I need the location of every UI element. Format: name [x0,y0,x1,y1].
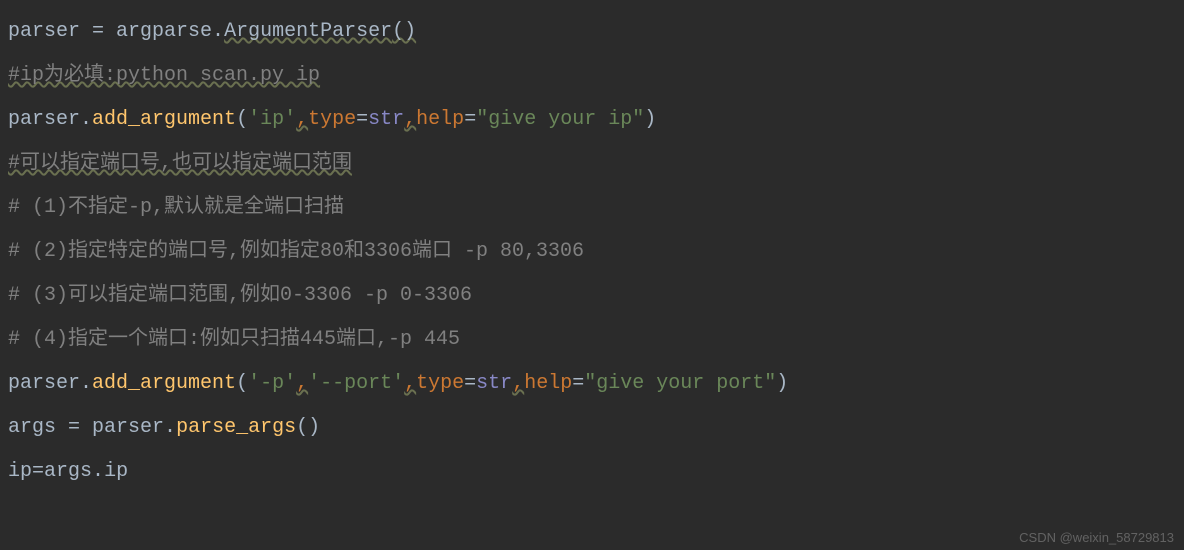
comma: , [296,108,308,131]
dot: . [164,416,176,439]
call: parse_args [176,416,296,439]
call: ArgumentParser [224,20,392,43]
kwarg: help [524,372,572,395]
identifier: parser [8,20,80,43]
comment: # (1)不指定-p,默认就是全端口扫描 [8,196,344,219]
identifier: ip [104,460,128,483]
parens: () [392,20,416,43]
identifier: ip [8,460,32,483]
identifier: args [8,416,56,439]
watermark: CSDN @weixin_58729813 [1019,531,1174,544]
string: '-p' [248,372,296,395]
comment: # (3)可以指定端口范围,例如0-3306 -p 0-3306 [8,284,472,307]
identifier: parser [8,372,80,395]
operator: = [80,20,116,43]
paren: ) [776,372,788,395]
comma: , [296,372,308,395]
eq: = [464,108,476,131]
identifier: parser [8,108,80,131]
comment: #ip为必填:python scan.py ip [8,64,320,87]
comma: , [404,372,416,395]
comma: , [404,108,416,131]
kwarg: type [416,372,464,395]
eq: = [32,460,44,483]
comment: # (2)指定特定的端口号,例如指定80和3306端口 -p 80,3306 [8,240,584,263]
call: add_argument [92,108,236,131]
parens: () [296,416,320,439]
eq: = [572,372,584,395]
paren: ( [236,108,248,131]
paren: ) [644,108,656,131]
dot: . [80,108,92,131]
code-editor[interactable]: parser = argparse.ArgumentParser() #ip为必… [0,0,1184,504]
dot: . [92,460,104,483]
comma: , [512,372,524,395]
operator: = [56,416,92,439]
string: 'ip' [248,108,296,131]
dot: . [80,372,92,395]
paren: ( [236,372,248,395]
kwarg: help [416,108,464,131]
identifier: argparse [116,20,212,43]
kwarg: type [308,108,356,131]
identifier: args [44,460,92,483]
string: "give your port" [584,372,776,395]
eq: = [464,372,476,395]
string: '--port' [308,372,404,395]
string: "give your ip" [476,108,644,131]
eq: = [356,108,368,131]
comment: # (4)指定一个端口:例如只扫描445端口,-p 445 [8,328,460,351]
builtin: str [476,372,512,395]
call: add_argument [92,372,236,395]
builtin: str [368,108,404,131]
identifier: parser [92,416,164,439]
dot: . [212,20,224,43]
comment: #可以指定端口号,也可以指定端口范围 [8,152,352,175]
